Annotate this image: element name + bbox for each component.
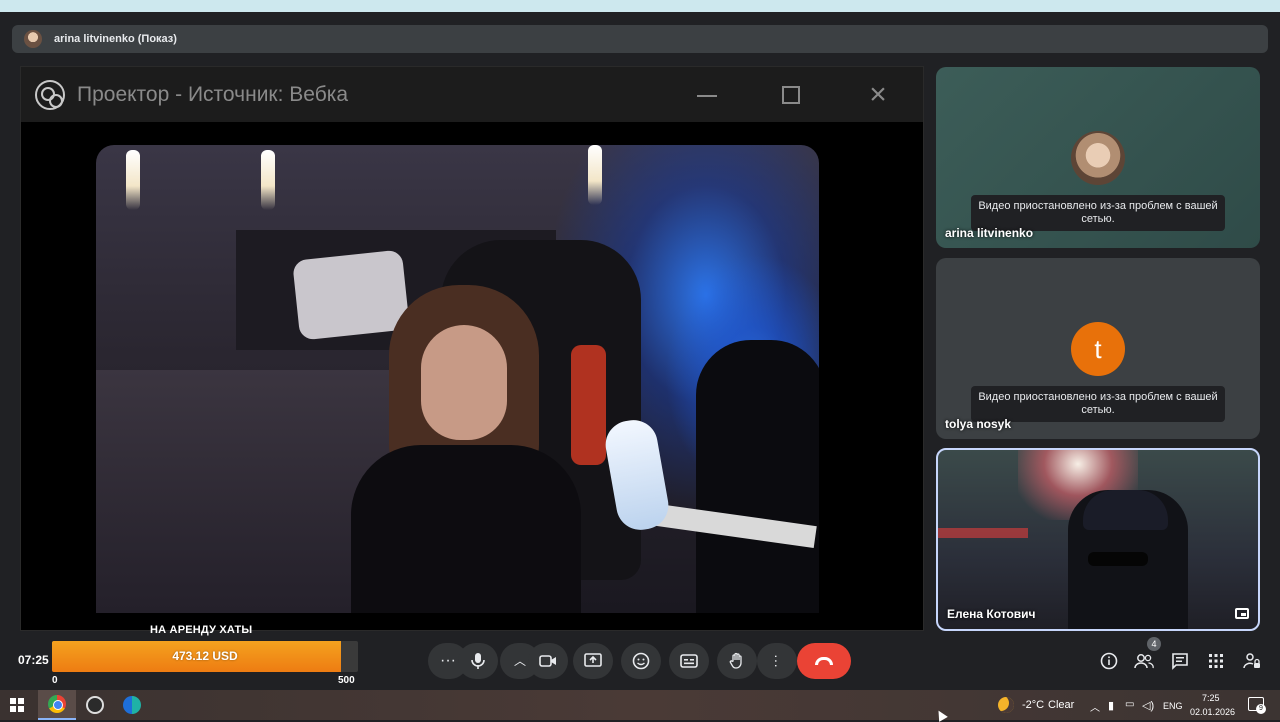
lock-person-icon: [1243, 653, 1260, 669]
weather-text[interactable]: Clear: [1048, 699, 1074, 711]
present-screen-icon: [584, 653, 602, 667]
info-button[interactable]: [1098, 650, 1120, 672]
participant-name: tolya nosyk: [945, 417, 1012, 431]
taskbar-edge[interactable]: [113, 690, 151, 720]
projector-title: Проектор - Источник: Вебка: [77, 82, 349, 106]
participant-tile-arina[interactable]: Видео приостановлено из-за проблем с ваш…: [936, 67, 1260, 248]
donation-max: 500: [338, 675, 355, 686]
donation-goal-label: НА АРЕНДУ ХАТЫ: [150, 624, 253, 636]
notification-badge: 9: [1256, 704, 1266, 714]
meeting-time: 07:25: [18, 653, 49, 667]
weather-temp[interactable]: -2°C: [1022, 699, 1044, 711]
tray-mic-icon[interactable]: ▮: [1108, 699, 1114, 712]
browser-toolbar: [0, 12, 1280, 24]
more-vertical-icon: ···: [769, 654, 785, 668]
chevron-up-icon: ︿: [513, 654, 526, 668]
browser-top-strip: [0, 0, 1280, 12]
people-icon: [1134, 654, 1154, 669]
chrome-icon: [48, 695, 66, 713]
tray-volume-icon[interactable]: ◁): [1142, 699, 1154, 712]
edge-icon: [123, 696, 141, 714]
captions-button[interactable]: [669, 643, 709, 679]
tray-battery-icon[interactable]: ▭: [1125, 699, 1134, 710]
avatar: [1071, 131, 1125, 185]
participant-name: arina litvinenko: [945, 226, 1034, 240]
microphone-button[interactable]: [458, 643, 498, 679]
donation-progress-bar: 473.12 USD: [52, 641, 358, 672]
presenter-bar[interactable]: arina litvinenko (Показ): [12, 25, 1268, 53]
more-horizontal-icon: ···: [440, 652, 456, 669]
donation-min: 0: [52, 675, 58, 686]
maximize-icon[interactable]: [777, 81, 805, 109]
camera-button[interactable]: [528, 643, 568, 679]
donation-value: 473.12 USD: [172, 649, 238, 663]
host-controls-button[interactable]: [1241, 650, 1263, 672]
tray-clock-date[interactable]: 02.01.2026: [1190, 707, 1235, 717]
apps-icon: [1209, 654, 1223, 668]
taskbar-chrome[interactable]: [38, 690, 76, 720]
windows-start-icon[interactable]: [10, 698, 24, 712]
info-icon: [1100, 652, 1118, 670]
close-icon[interactable]: ×: [864, 80, 892, 110]
obs-icon: [86, 696, 104, 714]
participant-tile-elena[interactable]: Елена Котович: [936, 448, 1260, 631]
raise-hand-icon: [729, 652, 742, 669]
minimize-icon[interactable]: [693, 81, 721, 109]
reactions-button[interactable]: [621, 643, 661, 679]
streamer: [351, 285, 581, 613]
projector-titlebar[interactable]: Проектор - Источник: Вебка ×: [21, 67, 923, 122]
projector-window: Проектор - Источник: Вебка ×: [20, 66, 924, 631]
tray-overflow-icon[interactable]: ︿: [1090, 699, 1100, 714]
obs-logo-icon: [35, 79, 65, 110]
webcam-feed: [96, 145, 819, 613]
avatar: t: [1071, 322, 1125, 376]
present-screen-button[interactable]: [573, 643, 613, 679]
weather-moon-icon: [998, 697, 1014, 713]
microphone-icon: [471, 653, 485, 669]
people-button[interactable]: [1133, 650, 1155, 672]
phone-hangup-icon: [815, 657, 833, 665]
participant-tile-tolya[interactable]: t Видео приостановлено из-за проблем с в…: [936, 258, 1260, 439]
presenter-label: arina litvinenko (Показ): [54, 33, 177, 45]
captions-icon: [680, 654, 698, 668]
taskbar-obs[interactable]: [76, 690, 114, 720]
participant-name: Елена Котович: [947, 607, 1036, 621]
windows-taskbar: -2°C Clear ︿ ▮ ▭ ◁) ENG 7:25 02.01.2026: [0, 690, 1280, 720]
raise-hand-button[interactable]: [717, 643, 757, 679]
chat-button[interactable]: [1169, 650, 1191, 672]
picture-in-picture-icon[interactable]: [1235, 608, 1249, 619]
chat-icon: [1172, 653, 1188, 670]
activities-button[interactable]: [1205, 650, 1227, 672]
camera-icon: [539, 655, 556, 667]
emoji-icon: [632, 652, 650, 670]
tray-language[interactable]: ENG: [1163, 701, 1183, 711]
people-count-badge: 4: [1147, 637, 1161, 651]
presenter-avatar: [24, 30, 42, 48]
leave-call-button[interactable]: [797, 643, 851, 679]
more-vertical-button[interactable]: ···: [757, 643, 797, 679]
tray-clock-time[interactable]: 7:25: [1202, 693, 1220, 703]
